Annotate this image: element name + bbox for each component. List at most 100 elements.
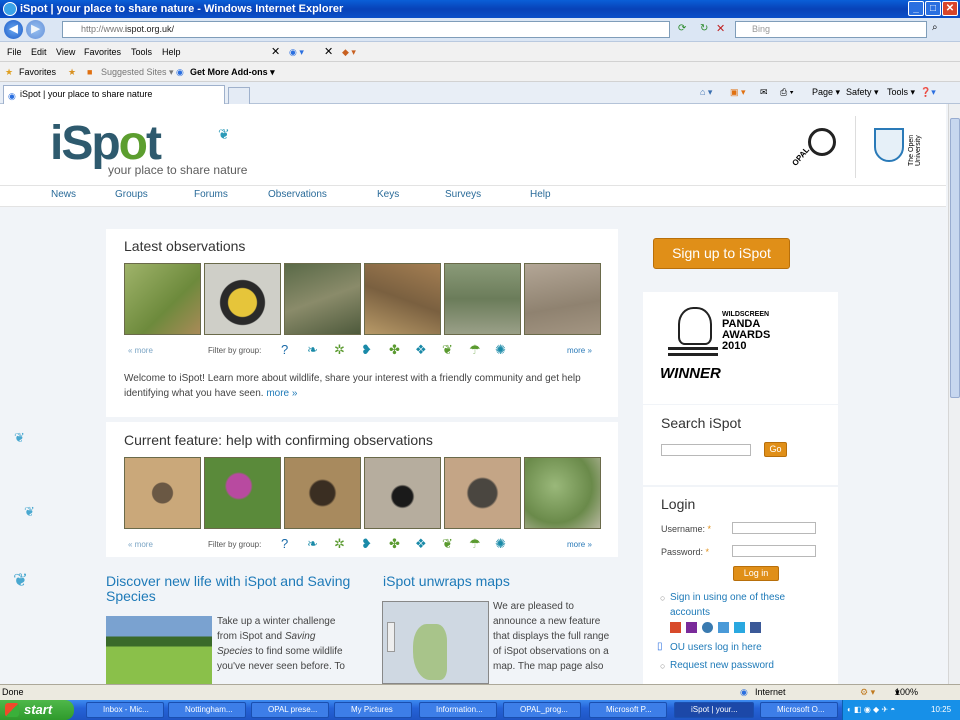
insect-group-icon[interactable]: ✲ xyxy=(334,342,345,358)
suggested-sites-link[interactable]: Suggested Sites ▾ xyxy=(101,62,174,82)
taskbar-item[interactable]: Inbox - Mic... xyxy=(86,702,164,718)
feature-thumb[interactable] xyxy=(524,457,601,529)
get-addons-link[interactable]: Get More Add-ons ▾ xyxy=(190,62,275,82)
twitter-icon[interactable] xyxy=(734,622,745,633)
tools-menu[interactable]: Tools ▾ xyxy=(887,87,915,98)
close-button[interactable]: ✕ xyxy=(942,1,958,16)
menu-edit[interactable]: Edit xyxy=(31,42,47,62)
minimize-button[interactable]: _ xyxy=(908,1,924,16)
other-group-icon[interactable]: ✺ xyxy=(495,536,506,552)
address-input[interactable]: http://www.ispot.org.uk/ xyxy=(62,21,670,38)
fungi-group-icon[interactable]: ☂ xyxy=(469,536,481,552)
feature-thumb[interactable] xyxy=(124,457,201,529)
nav-help[interactable]: Help xyxy=(530,189,551,200)
login-button[interactable]: Log in xyxy=(733,566,779,581)
bird-group-icon[interactable]: ❥ xyxy=(361,342,372,358)
print-icon[interactable]: ⎙ ▾ xyxy=(780,87,793,98)
menu-help[interactable]: Help xyxy=(162,42,181,62)
menu-view[interactable]: View xyxy=(56,42,75,62)
plant-group-icon[interactable]: ❦ xyxy=(442,536,453,552)
compat-icon[interactable]: ⟳ xyxy=(678,23,686,34)
taskbar-item-active[interactable]: iSpot | your... xyxy=(674,702,754,718)
signin-other-accounts-link[interactable]: Sign in using one of these accounts xyxy=(670,590,810,620)
opal-logo[interactable]: OPAL xyxy=(788,122,840,174)
article-saving-species-title[interactable]: Discover new life with iSpot and Saving … xyxy=(106,574,356,604)
nav-groups[interactable]: Groups xyxy=(115,189,148,200)
add-favorite-icon[interactable]: ★ xyxy=(68,62,76,82)
taskbar-item[interactable]: OPAL_prog... xyxy=(503,702,581,718)
welcome-more-link[interactable]: more » xyxy=(266,388,297,399)
more-link[interactable]: more » xyxy=(567,346,592,355)
insect-group-icon[interactable]: ✲ xyxy=(334,536,345,552)
mammal-group-icon[interactable]: ❖ xyxy=(415,536,427,552)
mail-icon[interactable]: ✉ xyxy=(760,87,768,98)
feature-thumb[interactable] xyxy=(364,457,441,529)
menu-tools[interactable]: Tools xyxy=(131,42,152,62)
signup-button[interactable]: Sign up to iSpot xyxy=(653,238,790,269)
nav-keys[interactable]: Keys xyxy=(377,189,399,200)
other-group-icon[interactable]: ✺ xyxy=(495,342,506,358)
menu-file[interactable]: File xyxy=(7,42,22,62)
search-go-button[interactable]: Go xyxy=(764,442,787,457)
reptile-group-icon[interactable]: ✤ xyxy=(389,536,400,552)
fish-group-icon[interactable]: ❧ xyxy=(307,342,318,358)
feature-thumb[interactable] xyxy=(284,457,361,529)
stop-icon[interactable]: ✕ xyxy=(716,22,725,35)
maximize-button[interactable]: □ xyxy=(925,1,941,16)
vertical-scrollbar[interactable] xyxy=(948,104,960,684)
nav-news[interactable]: News xyxy=(51,189,76,200)
search-input[interactable]: Bing xyxy=(735,21,927,38)
reptile-group-icon[interactable]: ✤ xyxy=(389,342,400,358)
fungi-group-icon[interactable]: ☂ xyxy=(469,342,481,358)
article-image-child[interactable] xyxy=(106,616,212,684)
taskbar-item[interactable]: Nottingham... xyxy=(168,702,246,718)
yahoo-icon[interactable] xyxy=(686,622,697,633)
site-search-input[interactable] xyxy=(661,444,751,456)
observation-thumb[interactable] xyxy=(524,263,601,335)
zoom-level[interactable]: ⌕ 100% ▾ xyxy=(895,685,918,700)
ou-login-link[interactable]: OU users log in here xyxy=(670,640,762,655)
taskbar-item[interactable]: Microsoft P... xyxy=(589,702,667,718)
bird-group-icon[interactable]: ❥ xyxy=(361,536,372,552)
mammal-group-icon[interactable]: ❖ xyxy=(415,342,427,358)
tab-ispot[interactable]: ◉ iSpot | your place to share nature xyxy=(3,85,225,104)
taskbar-item[interactable]: Information... xyxy=(419,702,497,718)
close-icon[interactable]: ✕ xyxy=(324,42,333,62)
forward-icon[interactable]: ▶ xyxy=(26,20,45,39)
unknown-group-icon[interactable]: ? xyxy=(281,536,288,551)
open-university-logo[interactable]: The Open University xyxy=(872,126,934,166)
close-icon[interactable]: ✕ xyxy=(271,42,280,62)
protected-mode-icon[interactable]: ⚙ ▾ xyxy=(860,685,875,700)
home-icon[interactable]: ⌂ ▾ xyxy=(700,87,712,98)
feature-thumb[interactable] xyxy=(444,457,521,529)
taskbar-item[interactable]: OPAL prese... xyxy=(251,702,329,718)
observation-thumb[interactable] xyxy=(124,263,201,335)
prev-link[interactable]: « more xyxy=(128,540,153,549)
article-maps-title[interactable]: iSpot unwraps maps xyxy=(383,574,613,589)
nav-forums[interactable]: Forums xyxy=(194,189,228,200)
start-button[interactable]: start xyxy=(0,700,74,720)
observation-thumb[interactable] xyxy=(444,263,521,335)
nav-surveys[interactable]: Surveys xyxy=(445,189,481,200)
more-link[interactable]: more » xyxy=(567,540,592,549)
feature-thumb[interactable] xyxy=(204,457,281,529)
windows-icon[interactable] xyxy=(718,622,729,633)
scroll-thumb[interactable] xyxy=(950,118,960,398)
article-image-map[interactable] xyxy=(382,601,489,684)
search-icon[interactable]: ⌕ xyxy=(932,22,938,33)
addon-icon[interactable]: ◆ ▾ xyxy=(342,42,356,62)
fish-group-icon[interactable]: ❧ xyxy=(307,536,318,552)
observation-thumb[interactable] xyxy=(284,263,361,335)
refresh-icon[interactable]: ↻ xyxy=(700,23,708,34)
new-tab-button[interactable] xyxy=(228,87,250,104)
request-password-link[interactable]: Request new password xyxy=(670,658,774,673)
wordpress-icon[interactable] xyxy=(702,622,713,633)
safety-menu[interactable]: Safety ▾ xyxy=(846,87,879,98)
favorites-button[interactable]: Favorites xyxy=(19,62,56,82)
page-menu[interactable]: Page ▾ xyxy=(812,87,840,98)
globe-icon[interactable]: ◉ ▾ xyxy=(289,42,304,62)
tray-icons[interactable]: ◐ ◧ ◉ ◆ ✈ ◓ xyxy=(847,700,895,720)
password-field[interactable] xyxy=(732,545,816,557)
nav-observations[interactable]: Observations xyxy=(268,189,327,200)
observation-thumb[interactable] xyxy=(364,263,441,335)
